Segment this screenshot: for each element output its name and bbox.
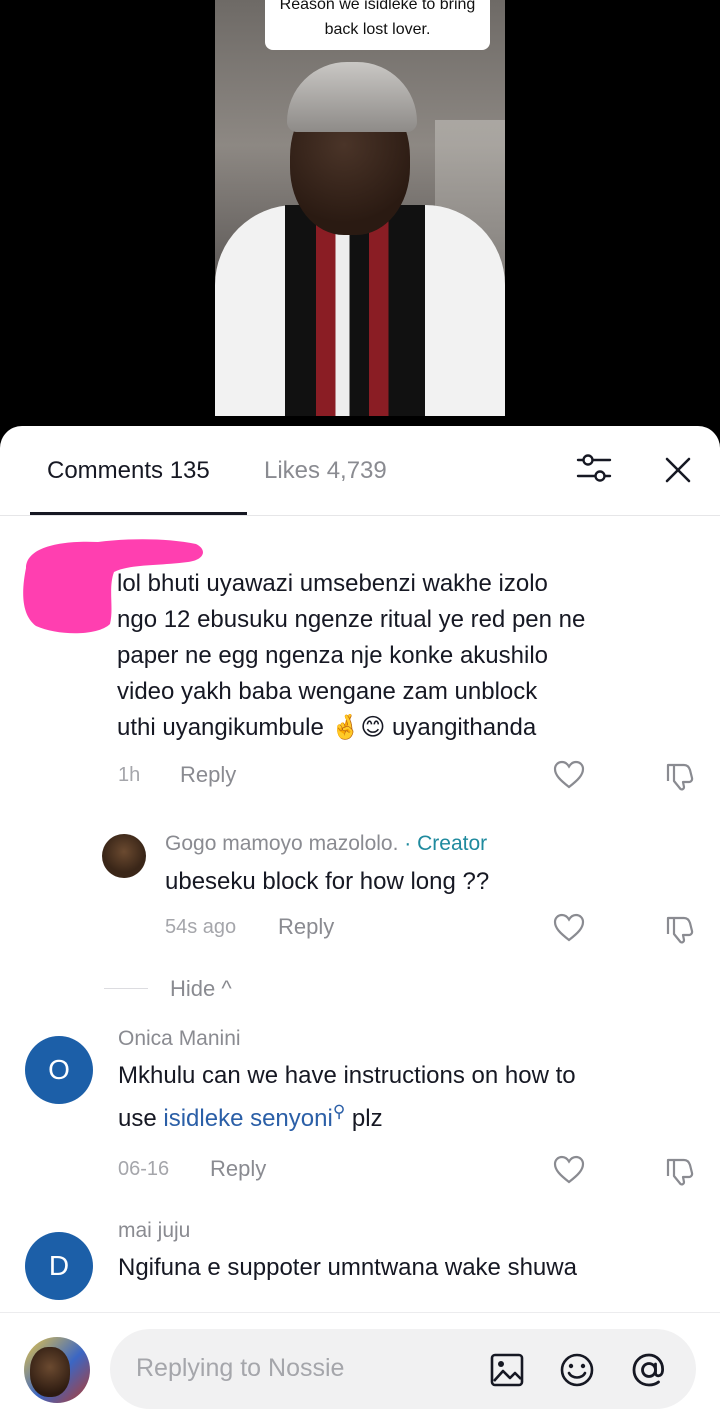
avatar[interactable]: D xyxy=(25,1232,93,1300)
hide-replies-button[interactable]: Hide ^ xyxy=(170,976,232,1002)
comment-time: 1h xyxy=(118,764,141,786)
dislike-icon[interactable] xyxy=(664,1155,696,1187)
tab-comments[interactable]: Comments 135 xyxy=(47,456,210,486)
comment-text-segment: use xyxy=(118,1105,164,1132)
comment-list[interactable]: lol bhuti uyawazi umsebenzi wakhe izolo … xyxy=(0,516,720,1312)
reply-button[interactable]: Reply xyxy=(210,1156,266,1182)
comment-text-segment: plz xyxy=(345,1105,383,1132)
dislike-icon[interactable] xyxy=(664,913,696,945)
cap-image xyxy=(287,62,417,132)
tabs-bar: Comments 135 Likes 4,739 xyxy=(0,426,720,516)
comments-sheet: Comments 135 Likes 4,739 lol bhuti uyawa… xyxy=(0,426,720,1428)
author-name[interactable]: Onica Manini xyxy=(118,1026,241,1052)
video-frame[interactable] xyxy=(215,0,505,416)
comment-text: Ngifuna e suppoter umntwana wake shuwa xyxy=(118,1254,577,1281)
comment-author[interactable]: Gogo mamoyo mazololo. · Creator xyxy=(165,831,487,857)
comment-text: Mkhulu can we have instructions on how t… xyxy=(118,1058,576,1137)
caption-line-1: Reason we isidleke to bring xyxy=(279,0,476,13)
comment-text-line: ngo 12 ebusuku ngenze ritual ye red pen … xyxy=(117,606,586,633)
comment-text-line: paper ne egg ngenza nje konke akushilo xyxy=(117,642,548,669)
avatar-face-image xyxy=(30,1347,70,1397)
image-icon[interactable] xyxy=(488,1351,526,1389)
mention-icon[interactable] xyxy=(630,1351,668,1389)
search-icon: ⚲ xyxy=(332,1102,346,1121)
emoji: 🤞😊 xyxy=(330,714,386,741)
avatar[interactable] xyxy=(102,834,146,878)
dislike-icon[interactable] xyxy=(664,760,696,792)
tab-likes[interactable]: Likes 4,739 xyxy=(264,456,387,486)
comment-text-line: lol bhuti uyawazi umsebenzi wakhe izolo xyxy=(117,570,548,597)
author-name[interactable]: mai juju xyxy=(118,1218,190,1244)
caption-line-2: back lost lover. xyxy=(324,21,431,38)
reply-button[interactable]: Reply xyxy=(278,914,334,940)
comment-time: 54s ago xyxy=(165,916,237,938)
comment-text-line: uthi uyangikumbule 🤞😊 uyangithanda xyxy=(117,710,585,746)
search-link-text: isidleke senyoni xyxy=(163,1105,333,1132)
avatar[interactable] xyxy=(24,1337,90,1403)
comment-text-segment: uyangithanda xyxy=(385,714,537,741)
scarf-image xyxy=(285,205,425,416)
search-link[interactable]: isidleke senyoni⚲ xyxy=(163,1102,346,1132)
heart-icon[interactable] xyxy=(552,760,586,790)
emoji-icon[interactable] xyxy=(558,1351,596,1389)
comment-input[interactable]: Replying to Nossie xyxy=(110,1329,696,1409)
video-player[interactable]: Reason we isidleke to bring back lost lo… xyxy=(0,0,720,430)
video-caption: Reason we isidleke to bring back lost lo… xyxy=(265,0,490,50)
comment-text-segment: uthi uyangikumbule xyxy=(117,714,331,741)
comment-time: 06-16 xyxy=(118,1158,170,1180)
filter-icon[interactable] xyxy=(574,450,614,486)
close-icon[interactable] xyxy=(658,450,698,490)
reply-button[interactable]: Reply xyxy=(180,762,236,788)
comment-text-line: Mkhulu can we have instructions on how t… xyxy=(118,1062,576,1089)
comment-text: lol bhuti uyawazi umsebenzi wakhe izolo … xyxy=(117,566,585,746)
author-name: Gogo mamoyo mazololo. xyxy=(165,832,399,855)
divider xyxy=(104,988,148,989)
input-placeholder: Replying to Nossie xyxy=(136,1354,345,1382)
creator-badge: · Creator xyxy=(398,832,488,855)
comment-text: ubeseku block for how long ?? xyxy=(165,868,490,895)
heart-icon[interactable] xyxy=(552,913,586,943)
active-tab-indicator xyxy=(30,512,247,515)
reply-input-bar: Replying to Nossie xyxy=(0,1312,720,1428)
comment-text-line: video yakh baba wengane zam unblock xyxy=(117,678,538,705)
heart-icon[interactable] xyxy=(552,1155,586,1185)
avatar[interactable]: O xyxy=(25,1036,93,1104)
comment-text-line: use isidleke senyoni⚲ plz xyxy=(118,1094,576,1137)
